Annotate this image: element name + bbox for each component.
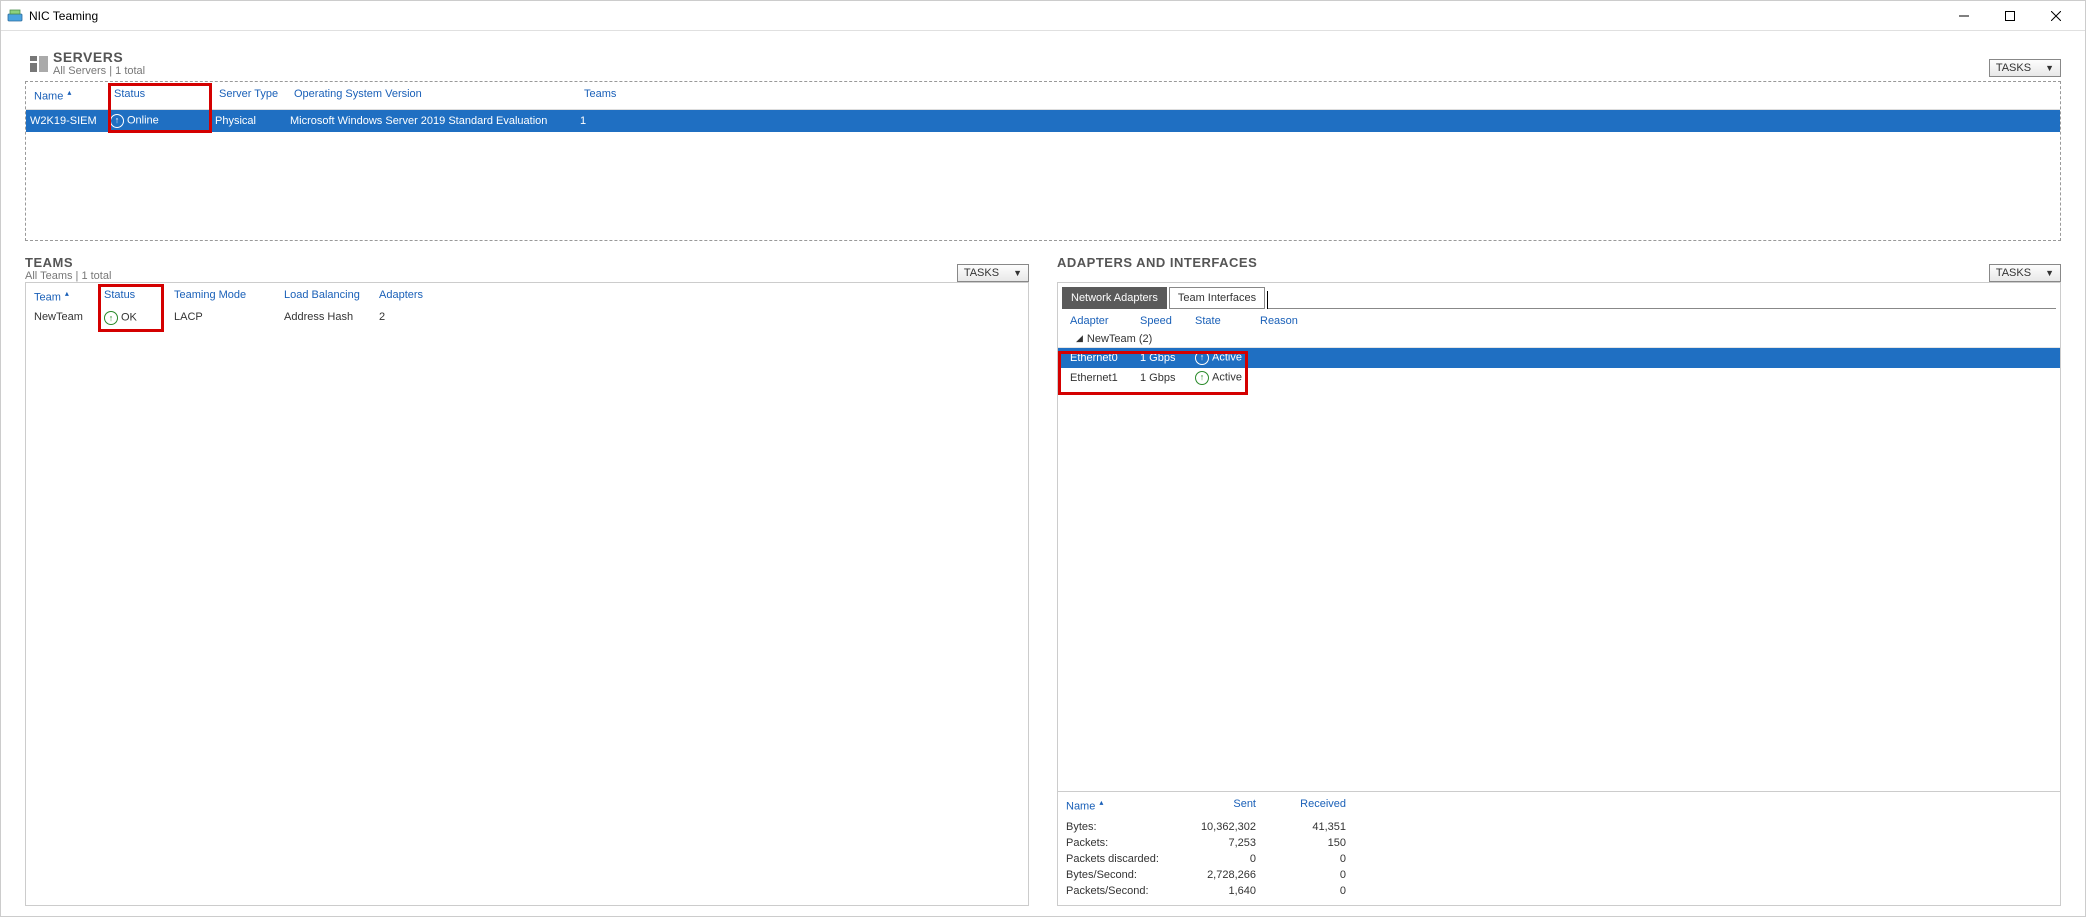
column-reason[interactable]: Reason [1254,315,1324,327]
stat-row: Packets: 7,253 150 [1066,835,2052,851]
chevron-down-icon: ▼ [2045,268,2054,278]
column-name[interactable]: Name▴ [30,86,110,105]
column-speed[interactable]: Speed [1134,315,1189,327]
title-bar: NIC Teaming [1,1,2085,31]
adapters-header-bar: ADAPTERS AND INTERFACES TASKS ▼ [1057,255,2061,282]
servers-panel: SERVERS All Servers | 1 total TASKS ▼ Na… [25,49,2061,241]
servers-column-header: Name▴ Status Server Type Operating Syste… [26,82,2060,110]
status-up-icon: ↑ [104,311,118,325]
close-button[interactable] [2033,1,2079,31]
chevron-down-icon: ▼ [1013,268,1022,278]
stat-row: Packets discarded: 0 0 [1066,851,2052,867]
adapters-grid: Adapter Speed State Reason ◢ NewTeam (2) [1058,309,2060,905]
adapter-name-cell: Ethernet1 [1064,372,1134,384]
column-adapters[interactable]: Adapters [375,289,455,304]
status-up-icon: ↑ [1195,371,1209,385]
window-controls [1941,1,2079,31]
nic-teaming-window: NIC Teaming SERVERS All Servers | 1 tota… [0,0,2086,917]
adapter-rows: ◢ NewTeam (2) Ethernet0 1 Gbps ↑Active [1058,331,2060,388]
teams-title: TEAMS [25,255,111,270]
adapter-row[interactable]: Ethernet1 1 Gbps ↑Active [1058,368,2060,388]
chevron-down-icon: ▼ [2045,63,2054,73]
adapter-tabs: Network Adapters Team Interfaces [1058,283,2060,309]
stat-row: Packets/Second: 1,640 0 [1066,883,2052,899]
adapter-state-cell: ↑Active [1189,371,1254,385]
column-received[interactable]: Received [1276,798,1346,813]
column-state[interactable]: State [1189,315,1254,327]
column-os[interactable]: Operating System Version [290,86,580,105]
tab-team-interfaces[interactable]: Team Interfaces [1169,287,1265,309]
servers-subtitle: All Servers | 1 total [53,65,145,77]
server-os-cell: Microsoft Windows Server 2019 Standard E… [286,115,576,127]
adapter-speed-cell: 1 Gbps [1134,372,1189,384]
servers-icon [25,53,53,77]
column-teaming-mode[interactable]: Teaming Mode [170,289,280,304]
column-status[interactable]: Status [110,86,215,105]
servers-header: SERVERS All Servers | 1 total TASKS ▼ [25,49,2061,77]
content-area: SERVERS All Servers | 1 total TASKS ▼ Na… [1,31,2085,916]
adapter-state-cell: ↑Active [1189,351,1254,365]
teams-tasks-button[interactable]: TASKS ▼ [957,264,1029,282]
adapters-body: Network Adapters Team Interfaces Adapter… [1057,282,2061,906]
team-name-cell: NewTeam [30,311,100,325]
stat-row: Bytes: 10,362,302 41,351 [1066,819,2052,835]
column-server-type[interactable]: Server Type [215,86,290,105]
adapter-group-row[interactable]: ◢ NewTeam (2) [1058,331,2060,348]
server-type-cell: Physical [211,115,286,127]
adapter-speed-cell: 1 Gbps [1134,352,1189,364]
tasks-label: TASKS [1996,62,2031,74]
team-mode-cell: LACP [170,311,280,325]
column-teams[interactable]: Teams [580,86,670,105]
team-status-cell: ↑OK [100,311,170,325]
adapters-title: ADAPTERS AND INTERFACES [1057,255,1257,270]
teams-subtitle: All Teams | 1 total [25,270,111,282]
adapters-tasks-button[interactable]: TASKS ▼ [1989,264,2061,282]
stat-row: Bytes/Second: 2,728,266 0 [1066,867,2052,883]
servers-grid: Name▴ Status Server Type Operating Syste… [25,81,2061,241]
maximize-button[interactable] [1987,1,2033,31]
minimize-button[interactable] [1941,1,1987,31]
stats-column-header: Name▴ Sent Received [1066,798,2052,819]
column-adapter[interactable]: Adapter [1064,315,1134,327]
team-lb-cell: Address Hash [280,311,375,325]
server-name-cell: W2K19-SIEM [26,115,106,127]
servers-tasks-button[interactable]: TASKS ▼ [1989,59,2061,77]
team-row[interactable]: NewTeam ↑OK LACP Address Hash 2 [26,307,1028,329]
spacer [1057,270,1257,282]
tab-network-adapters[interactable]: Network Adapters [1062,287,1167,309]
adapters-column-header: Adapter Speed State Reason [1058,309,2060,331]
teams-grid: Team▴ Status Teaming Mode Load Balancing… [25,282,1029,906]
app-icon [7,8,23,24]
column-status[interactable]: Status [100,289,170,304]
window-title: NIC Teaming [29,9,1941,23]
server-teams-cell: 1 [576,115,666,127]
status-up-icon: ↑ [110,114,124,128]
sort-asc-icon: ▴ [65,289,69,298]
adapter-row[interactable]: Ethernet0 1 Gbps ↑Active [1058,348,2060,368]
column-team[interactable]: Team▴ [30,289,100,304]
server-row[interactable]: W2K19-SIEM ↑Online Physical Microsoft Wi… [26,110,2060,132]
teams-panel: TEAMS All Teams | 1 total TASKS ▼ Team▴ … [25,255,1029,906]
collapse-icon: ◢ [1076,333,1083,344]
column-sent[interactable]: Sent [1196,798,1276,813]
column-load-balancing[interactable]: Load Balancing [280,289,375,304]
sort-asc-icon: ▴ [1099,798,1103,807]
text-cursor [1267,291,1268,309]
team-adapters-cell: 2 [375,311,455,325]
adapter-stats: Name▴ Sent Received Bytes: 10,362,302 41… [1058,791,2060,905]
adapters-panel: ADAPTERS AND INTERFACES TASKS ▼ Network … [1057,255,2061,906]
lower-split: TEAMS All Teams | 1 total TASKS ▼ Team▴ … [25,255,2061,906]
adapter-name-cell: Ethernet0 [1064,352,1134,364]
teams-column-header: Team▴ Status Teaming Mode Load Balancing… [26,283,1028,308]
status-up-icon: ↑ [1195,351,1209,365]
server-status-cell: ↑Online [106,114,211,128]
column-stat-name[interactable]: Name▴ [1066,798,1196,813]
sort-asc-icon: ▴ [67,88,71,97]
servers-title: SERVERS [53,49,145,65]
teams-header-bar: TEAMS All Teams | 1 total TASKS ▼ [25,255,1029,282]
